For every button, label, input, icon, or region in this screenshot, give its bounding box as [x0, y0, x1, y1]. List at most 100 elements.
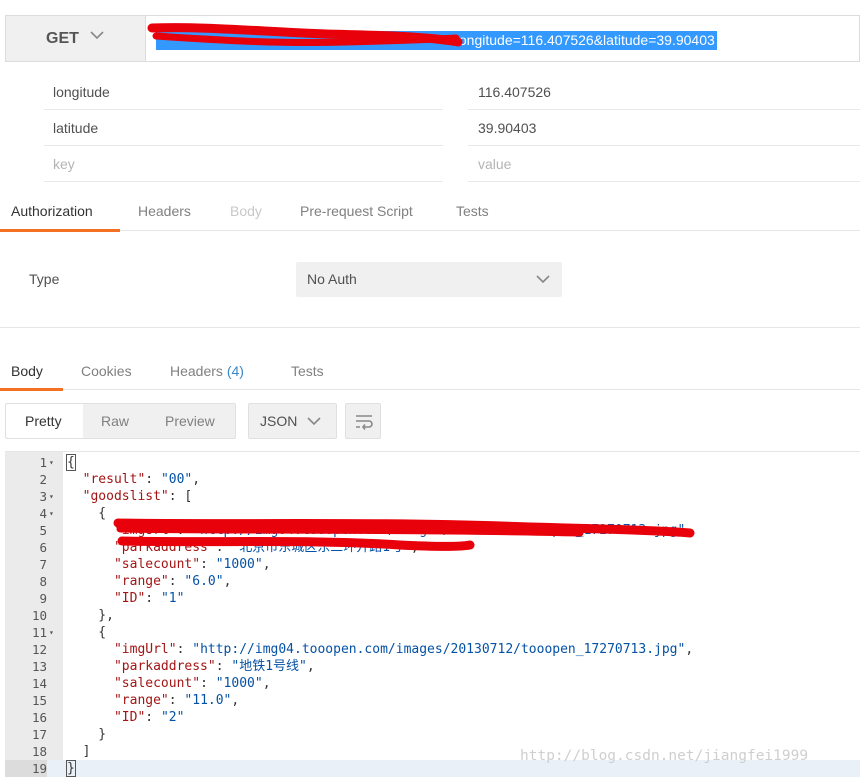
- code-line: 17 }: [5, 726, 860, 743]
- fold-arrow-icon[interactable]: ▾: [49, 488, 54, 505]
- line-number: 12: [31, 642, 47, 657]
- tab-cookies[interactable]: Cookies: [81, 352, 132, 390]
- code-line: 15 "range": "11.0",: [5, 692, 860, 709]
- active-tab-indicator: [0, 388, 63, 391]
- authorization-panel: Type No Auth: [0, 231, 860, 328]
- code-line: 16 "ID": "2": [5, 709, 860, 726]
- format-dropdown[interactable]: JSON: [248, 403, 337, 439]
- line-number: 8: [39, 574, 47, 589]
- param-row: longitude 116.407526: [0, 74, 860, 110]
- code-line: 2 "result": "00",: [5, 471, 860, 488]
- code-line: 13 "parkaddress": "地铁1号线",: [5, 658, 860, 675]
- line-number: 13: [31, 659, 47, 674]
- line-number: 9: [39, 591, 47, 606]
- code-line: 3 ▾ "goodslist": [: [5, 488, 860, 505]
- param-value-placeholder[interactable]: value: [468, 146, 860, 182]
- request-url-bar: GET ?longitude=116.407526&latitude=39.90…: [5, 15, 860, 62]
- wrap-icon: [356, 415, 373, 430]
- line-number: 15: [31, 693, 47, 708]
- code-text: "ID": "1": [113, 591, 185, 606]
- headers-count-badge: (4): [226, 363, 244, 379]
- param-key[interactable]: longitude: [44, 74, 443, 110]
- view-mode-segmented: Pretty Raw Preview: [5, 403, 236, 439]
- method-dropdown[interactable]: GET: [6, 16, 146, 61]
- code-line: 4 ▾ {: [5, 505, 860, 522]
- code-text: {: [66, 454, 76, 471]
- response-tabs: Body Cookies Headers (4) Tests: [0, 342, 860, 391]
- chevron-down-icon: [536, 275, 550, 284]
- param-row: latitude 39.90403: [0, 110, 860, 146]
- line-number: 7: [39, 557, 47, 572]
- param-value[interactable]: 116.407526: [468, 74, 860, 110]
- chevron-down-icon: [307, 417, 321, 426]
- tab-response-headers-label: Headers: [170, 363, 223, 379]
- line-number: 17: [31, 727, 47, 742]
- code-text: ]: [67, 744, 91, 759]
- auth-type-select[interactable]: No Auth: [296, 262, 562, 297]
- view-preview-button[interactable]: Preview: [165, 413, 215, 429]
- tab-pre-request-script[interactable]: Pre-request Script: [300, 192, 413, 230]
- response-body-editor[interactable]: 1 ▾{2 "result": "00", 3 ▾ "goodslist": [4 ▾ …: [5, 451, 860, 777]
- code-text: }: [67, 727, 107, 742]
- line-number: 18: [31, 744, 47, 759]
- line-number: 14: [31, 676, 47, 691]
- line-number: 11: [31, 625, 47, 640]
- line-number: 10: [31, 608, 47, 623]
- code-text: "imgUrl": "http://img04.tooopen.com/imag…: [113, 523, 694, 538]
- view-raw-button[interactable]: Raw: [101, 413, 129, 429]
- code-text: }: [66, 760, 76, 777]
- format-label: JSON: [260, 413, 298, 429]
- code-line: 1 ▾ {: [5, 454, 860, 471]
- url-query-text: ?longitude=116.407526&latitude=39.90403: [448, 32, 715, 48]
- line-number: 5: [39, 523, 47, 538]
- params-table: longitude 116.407526 latitude 39.90403 k…: [0, 74, 860, 182]
- tab-response-tests[interactable]: Tests: [291, 352, 324, 390]
- tab-headers[interactable]: Headers: [138, 192, 191, 230]
- url-input[interactable]: ?longitude=116.407526&latitude=39.90403: [156, 31, 717, 50]
- param-row-new: key value: [0, 146, 860, 182]
- request-tabs: Authorization Headers Body Pre-request S…: [0, 192, 860, 232]
- code-text: "result": "00",: [82, 472, 201, 487]
- param-key[interactable]: latitude: [44, 110, 443, 146]
- view-pretty-button[interactable]: Pretty: [25, 413, 62, 429]
- tab-body[interactable]: Body: [230, 192, 262, 230]
- tab-tests[interactable]: Tests: [456, 192, 489, 230]
- code-line: 5 "imgUrl": "http://img04.tooopen.com/im…: [5, 522, 860, 539]
- code-text: "parkaddress": "地铁1号线",: [113, 659, 315, 674]
- fold-arrow-icon[interactable]: ▾: [49, 454, 54, 471]
- line-number: 1: [39, 455, 47, 470]
- line-number: 16: [31, 710, 47, 725]
- line-number: 6: [39, 540, 47, 555]
- line-number: 2: [39, 472, 47, 487]
- watermark: http://blog.csdn.net/jiangfei1999: [520, 748, 809, 764]
- code-line: 11 ▾ {: [5, 624, 860, 641]
- tab-response-body[interactable]: Body: [11, 352, 43, 390]
- code-text: "salecount": "1000",: [113, 676, 271, 691]
- method-label: GET: [46, 30, 79, 47]
- code-text: "imgUrl": "http://img04.tooopen.com/imag…: [113, 642, 694, 657]
- tab-authorization[interactable]: Authorization: [11, 192, 93, 230]
- line-number: 4: [39, 506, 47, 521]
- code-line: 12 "imgUrl": "http://img04.tooopen.com/i…: [5, 641, 860, 658]
- fold-arrow-icon[interactable]: ▾: [49, 624, 54, 641]
- code-text: },: [67, 608, 114, 623]
- line-number: 19: [5, 760, 47, 777]
- fold-arrow-icon[interactable]: ▾: [49, 505, 54, 522]
- wrap-lines-button[interactable]: [345, 403, 381, 439]
- code-text: {: [67, 625, 107, 640]
- tab-response-headers[interactable]: Headers (4): [170, 352, 244, 390]
- param-value[interactable]: 39.90403: [468, 110, 860, 146]
- line-number: 3: [39, 489, 47, 504]
- auth-type-label: Type: [29, 271, 60, 287]
- code-line: 9 "ID": "1": [5, 590, 860, 607]
- code-text: "ID": "2": [113, 710, 185, 725]
- code-text: "range": "6.0",: [113, 574, 232, 589]
- code-text: "parkaddress": "北京市东城区东三环开路1号",: [113, 540, 419, 555]
- auth-type-value: No Auth: [307, 271, 357, 287]
- code-text: "range": "11.0",: [113, 693, 240, 708]
- code-line: 10 },: [5, 607, 860, 624]
- param-key-placeholder[interactable]: key: [44, 146, 443, 182]
- code-line: 7 "salecount": "1000",: [5, 556, 860, 573]
- code-line: 14 "salecount": "1000",: [5, 675, 860, 692]
- code-text: "salecount": "1000",: [113, 557, 271, 572]
